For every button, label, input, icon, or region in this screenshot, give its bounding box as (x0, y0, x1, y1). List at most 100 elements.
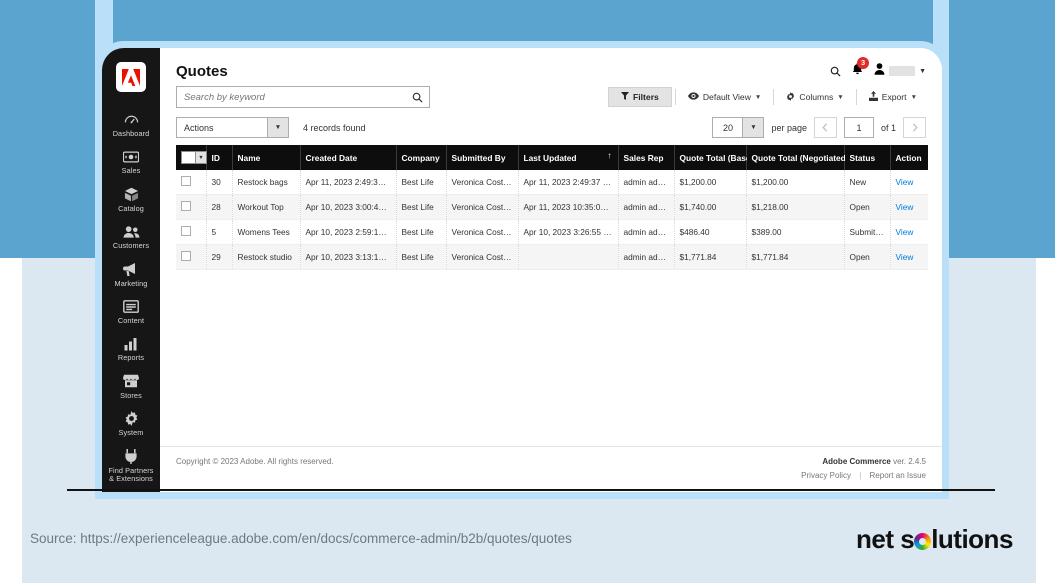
cell-quote-total-base: $1,740.00 (674, 194, 747, 220)
privacy-policy-link[interactable]: Privacy Policy (801, 471, 851, 480)
chevron-down-icon: ▼ (919, 67, 926, 75)
table-body: 30 Restock bags Apr 11, 2023 2:49:37 PM … (176, 170, 928, 270)
table-row[interactable]: 5 Womens Tees Apr 10, 2023 2:59:10 PM Be… (176, 219, 928, 245)
background-strip-left (0, 258, 22, 583)
header-actions: 3 ▼ (830, 57, 926, 80)
cell-action[interactable]: View (890, 194, 928, 220)
sidebar-item-stores[interactable]: Stores (102, 368, 160, 405)
sidebar-item-customers[interactable]: Customers (102, 218, 160, 255)
cell-action[interactable]: View (890, 244, 928, 270)
columns-button[interactable]: Columns ▼ (777, 88, 852, 107)
cell-action[interactable]: View (890, 170, 928, 195)
row-checkbox-cell[interactable] (176, 170, 207, 195)
admin-sidebar: Dashboard Sales Catalog Customers Market… (102, 48, 160, 492)
cell-sales-rep: admin admin (618, 219, 675, 245)
table-row[interactable]: 29 Restock studio Apr 10, 2023 3:13:10 P… (176, 244, 928, 270)
cell-quote-total-negotiated: $1,218.00 (746, 194, 845, 220)
select-all-header[interactable]: ▼ (176, 145, 207, 170)
actions-group: Actions ▼ 4 records found (176, 117, 366, 138)
admin-app: Dashboard Sales Catalog Customers Market… (102, 48, 942, 492)
row-checkbox-cell[interactable] (176, 219, 207, 245)
cell-created-date: Apr 11, 2023 2:49:37 PM (300, 170, 397, 195)
table-row[interactable]: 28 Workout Top Apr 10, 2023 3:00:48 PM B… (176, 194, 928, 220)
chevron-down-icon: ▼ (195, 152, 206, 163)
eye-icon (687, 92, 699, 102)
actions-pagination-row: Actions ▼ 4 records found 20 ▼ per page … (160, 108, 942, 145)
next-page-button[interactable] (903, 117, 926, 138)
cell-action[interactable]: View (890, 219, 928, 245)
cell-created-date: Apr 10, 2023 3:13:10 PM (300, 244, 397, 270)
sidebar-item-dashboard[interactable]: Dashboard (102, 106, 160, 143)
row-checkbox-cell[interactable] (176, 194, 207, 220)
page-header: Quotes 3 ▼ (160, 48, 942, 84)
background-strip-right (1036, 258, 1055, 583)
footer-links: Privacy Policy | Report an Issue (801, 471, 926, 480)
per-page-select[interactable]: 20 ▼ (712, 117, 765, 138)
footer-right: Adobe Commerce ver. 2.4.5 Privacy Policy… (801, 457, 926, 480)
column-header-action[interactable]: Action (890, 145, 928, 170)
cell-created-date: Apr 10, 2023 2:59:10 PM (300, 219, 397, 245)
sidebar-item-catalog[interactable]: Catalog (102, 181, 160, 218)
chevron-left-icon (822, 123, 828, 132)
chevron-down-icon: ▼ (754, 93, 762, 101)
customers-icon (123, 223, 140, 240)
search-toolbar-row: Filters Default View ▼ (160, 84, 942, 108)
cell-quote-total-base: $1,200.00 (674, 170, 747, 195)
view-link[interactable]: View (896, 227, 914, 237)
current-page-input[interactable]: 1 (843, 117, 874, 138)
magnifier-icon[interactable] (412, 90, 423, 108)
column-header-created-date[interactable]: Created Date (300, 145, 397, 170)
marketing-icon (123, 261, 139, 278)
select-all-dropdown[interactable]: ▼ (181, 151, 207, 164)
sidebar-item-find-partners-extensions[interactable]: Find Partners & Extensions (102, 443, 160, 489)
cell-last-updated: Apr 11, 2023 2:49:37 PM (518, 170, 619, 195)
export-button[interactable]: Export ▼ (860, 87, 926, 107)
view-link[interactable]: View (896, 177, 914, 187)
row-checkbox[interactable] (181, 201, 191, 211)
notifications-button[interactable]: 3 (852, 57, 870, 80)
chevron-right-icon (912, 123, 918, 132)
per-page-label: per page (771, 122, 807, 133)
row-checkbox[interactable] (181, 226, 191, 236)
column-header-sales-rep[interactable]: Sales Rep (618, 145, 675, 170)
row-checkbox-cell[interactable] (176, 244, 207, 270)
sidebar-item-sales[interactable]: Sales (102, 143, 160, 180)
column-header-last-updated[interactable]: Last Updated ↑ (518, 145, 619, 170)
actions-select[interactable]: Actions ▼ (176, 117, 289, 138)
sidebar-item-reports[interactable]: Reports (102, 330, 160, 367)
sidebar-item-system[interactable]: System (102, 405, 160, 442)
chevron-down-icon: ▼ (837, 93, 844, 101)
row-checkbox[interactable] (181, 251, 191, 261)
export-label: Export (881, 92, 907, 102)
net-solutions-logo: net s lutions (856, 524, 1013, 554)
user-menu[interactable]: ▼ (874, 62, 926, 80)
column-header-name[interactable]: Name (232, 145, 301, 170)
default-view-button[interactable]: Default View ▼ (679, 88, 771, 106)
view-link[interactable]: View (896, 252, 914, 262)
column-header-company[interactable]: Company (396, 145, 447, 170)
sidebar-item-content[interactable]: Content (102, 293, 160, 330)
search-icon[interactable] (830, 66, 841, 77)
previous-page-button[interactable] (813, 117, 837, 138)
adobe-logo-icon[interactable] (116, 62, 146, 92)
select-all-checkbox[interactable] (182, 152, 195, 163)
cell-name: Womens Tees (232, 219, 301, 245)
column-header-submitted-by[interactable]: Submitted By (446, 145, 519, 170)
search-field[interactable] (176, 86, 430, 108)
cell-name: Restock studio (232, 244, 301, 270)
column-header-quote-total-base[interactable]: Quote Total (Base) (674, 145, 753, 170)
cell-company: Best Life (396, 219, 447, 245)
search-input[interactable] (177, 87, 429, 108)
sidebar-label: Marketing (114, 278, 148, 288)
column-header-quote-total-negotiated[interactable]: Quote Total (Negotiated) (746, 145, 849, 170)
sidebar-item-marketing[interactable]: Marketing (102, 256, 160, 293)
stores-icon (123, 373, 139, 390)
report-issue-link[interactable]: Report an Issue (870, 471, 926, 480)
column-header-id[interactable]: ID (206, 145, 233, 170)
view-link[interactable]: View (896, 202, 914, 212)
column-header-status[interactable]: Status (844, 145, 891, 170)
table-row[interactable]: 30 Restock bags Apr 11, 2023 2:49:37 PM … (176, 170, 928, 195)
filters-button[interactable]: Filters (608, 87, 672, 107)
row-checkbox[interactable] (181, 176, 191, 186)
sidebar-label: Reports (117, 353, 145, 363)
